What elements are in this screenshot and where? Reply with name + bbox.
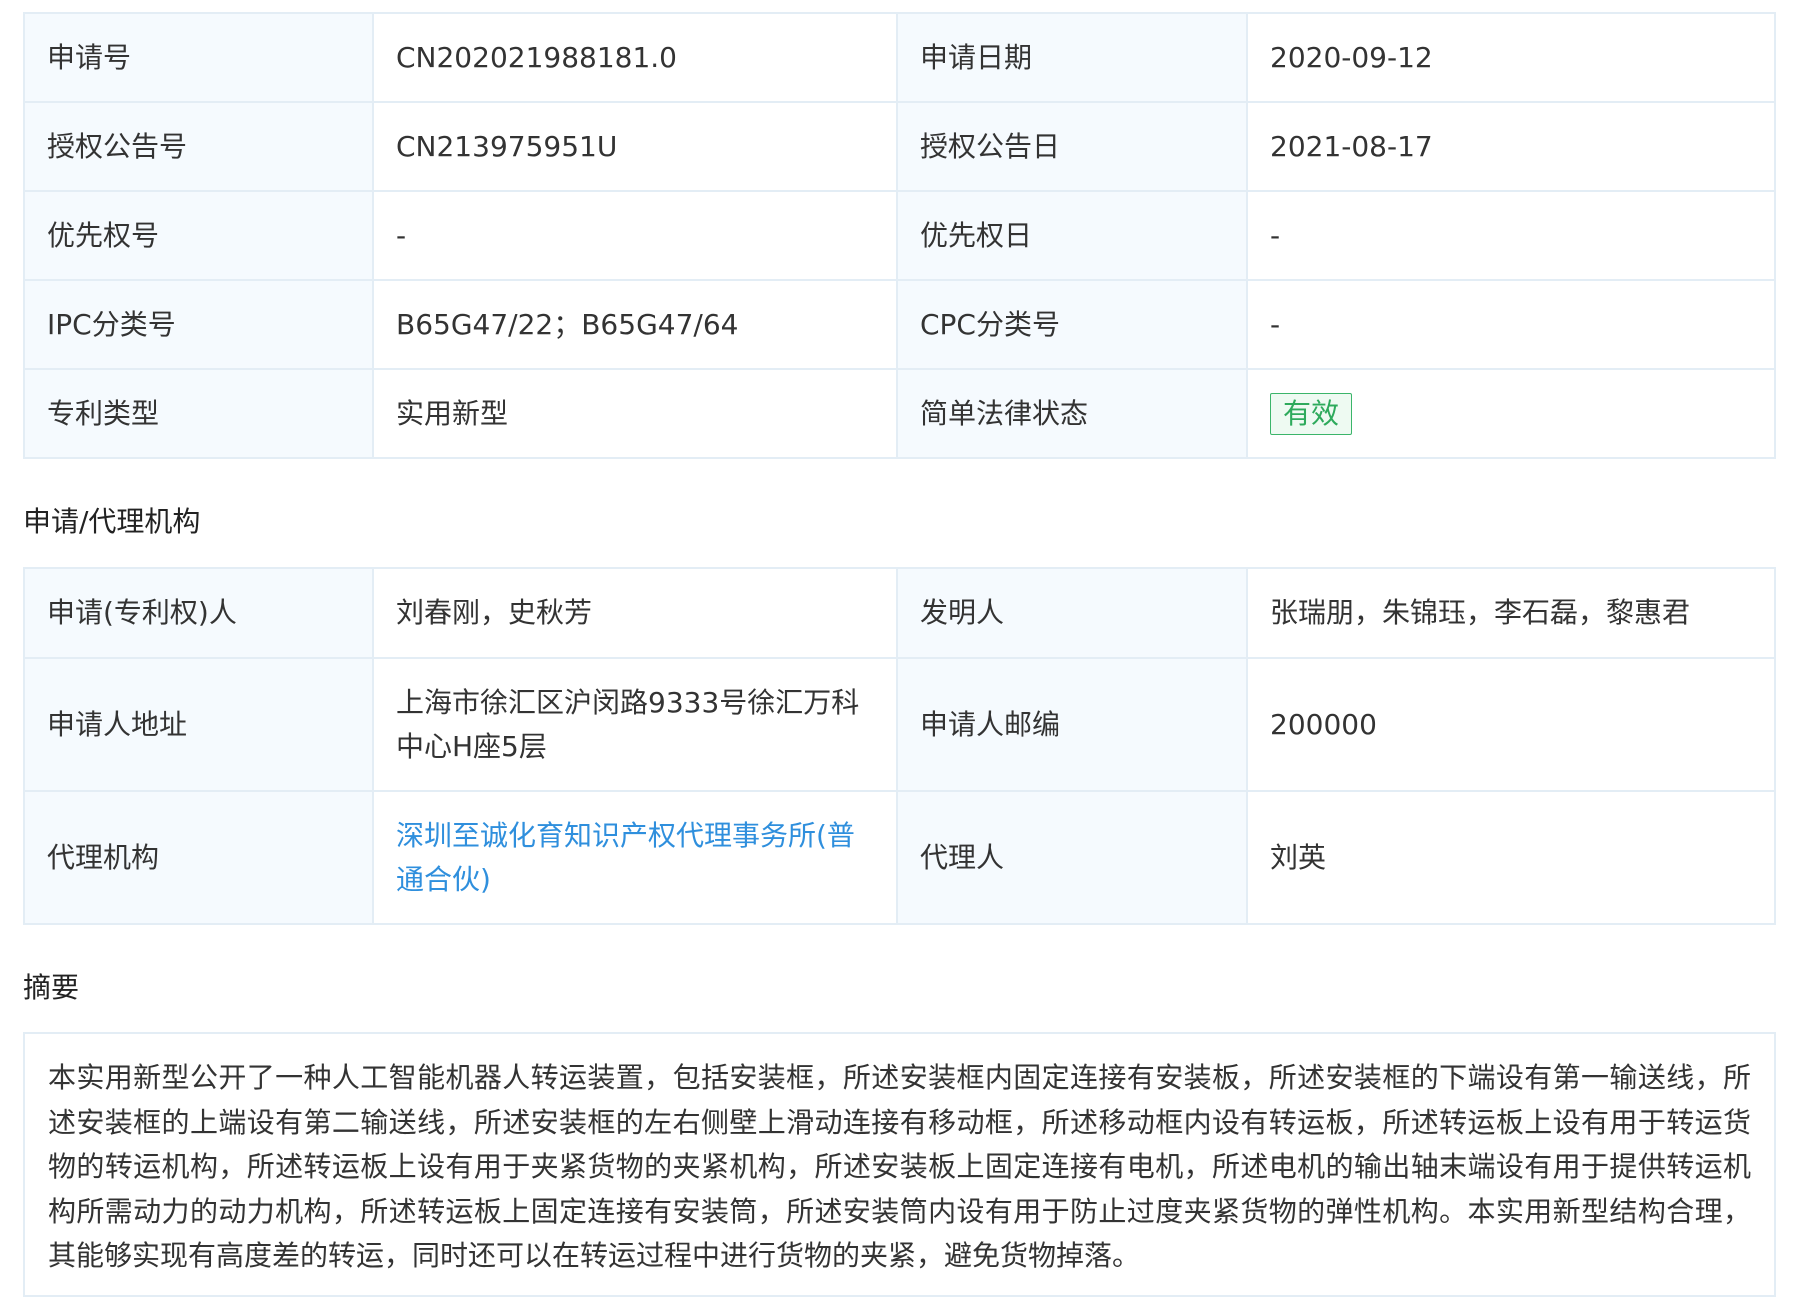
grant-number-value: CN213975951U — [372, 101, 898, 192]
cpc-class-value: - — [1246, 279, 1776, 370]
priority-date-value: - — [1246, 190, 1776, 281]
applicant-info-table: 申请(专利权)人 刘春刚，史秋芳 发明人 张瑞朋，朱锦珏，李石磊，黎惠君 申请人… — [23, 567, 1776, 925]
priority-number-value: - — [372, 190, 898, 281]
legal-status-cell: 有效 — [1246, 368, 1776, 459]
agency-link[interactable]: 深圳至诚化育知识产权代理事务所(普通合伙) — [396, 819, 855, 896]
grant-date-value: 2021-08-17 — [1246, 101, 1776, 192]
patent-type-value: 实用新型 — [372, 368, 898, 459]
application-date-value: 2020-09-12 — [1246, 12, 1776, 103]
abstract-text: 本实用新型公开了一种人工智能机器人转运装置，包括安装框，所述安装框内固定连接有安… — [23, 1032, 1776, 1297]
inventor-value: 张瑞朋，朱锦珏，李石磊，黎惠君 — [1246, 567, 1776, 659]
priority-date-label: 优先权日 — [896, 190, 1248, 281]
table-row: 专利类型 实用新型 简单法律状态 有效 — [23, 368, 1776, 459]
section-title-abstract: 摘要 — [23, 971, 80, 1004]
applicant-postcode-value: 200000 — [1246, 657, 1776, 792]
legal-status-label: 简单法律状态 — [896, 368, 1248, 459]
basic-info-table: 申请号 CN202021988181.0 申请日期 2020-09-12 授权公… — [23, 12, 1776, 459]
application-date-label: 申请日期 — [896, 12, 1248, 103]
applicant-address-value: 上海市徐汇区沪闵路9333号徐汇万科中心H座5层 — [372, 657, 898, 792]
priority-number-label: 优先权号 — [23, 190, 374, 281]
agent-value: 刘英 — [1246, 790, 1776, 925]
table-row: 代理机构 深圳至诚化育知识产权代理事务所(普通合伙) 代理人 刘英 — [23, 790, 1776, 925]
ipc-class-label: IPC分类号 — [23, 279, 374, 370]
ipc-class-value: B65G47/22；B65G47/64 — [372, 279, 898, 370]
application-number-label: 申请号 — [23, 12, 374, 103]
table-row: IPC分类号 B65G47/22；B65G47/64 CPC分类号 - — [23, 279, 1776, 370]
table-row: 申请人地址 上海市徐汇区沪闵路9333号徐汇万科中心H座5层 申请人邮编 200… — [23, 657, 1776, 792]
agency-cell: 深圳至诚化育知识产权代理事务所(普通合伙) — [372, 790, 898, 925]
agent-label: 代理人 — [896, 790, 1248, 925]
grant-number-label: 授权公告号 — [23, 101, 374, 192]
table-row: 优先权号 - 优先权日 - — [23, 190, 1776, 281]
applicant-postcode-label: 申请人邮编 — [896, 657, 1248, 792]
table-row: 申请号 CN202021988181.0 申请日期 2020-09-12 — [23, 12, 1776, 103]
cpc-class-label: CPC分类号 — [896, 279, 1248, 370]
applicant-value: 刘春刚，史秋芳 — [372, 567, 898, 659]
table-row: 申请(专利权)人 刘春刚，史秋芳 发明人 张瑞朋，朱锦珏，李石磊，黎惠君 — [23, 567, 1776, 659]
grant-date-label: 授权公告日 — [896, 101, 1248, 192]
section-title-agency: 申请/代理机构 — [23, 505, 201, 538]
application-number-value: CN202021988181.0 — [372, 12, 898, 103]
inventor-label: 发明人 — [896, 567, 1248, 659]
table-row: 授权公告号 CN213975951U 授权公告日 2021-08-17 — [23, 101, 1776, 192]
applicant-address-label: 申请人地址 — [23, 657, 374, 792]
patent-type-label: 专利类型 — [23, 368, 374, 459]
agency-label: 代理机构 — [23, 790, 374, 925]
status-badge: 有效 — [1270, 392, 1353, 435]
applicant-label: 申请(专利权)人 — [23, 567, 374, 659]
